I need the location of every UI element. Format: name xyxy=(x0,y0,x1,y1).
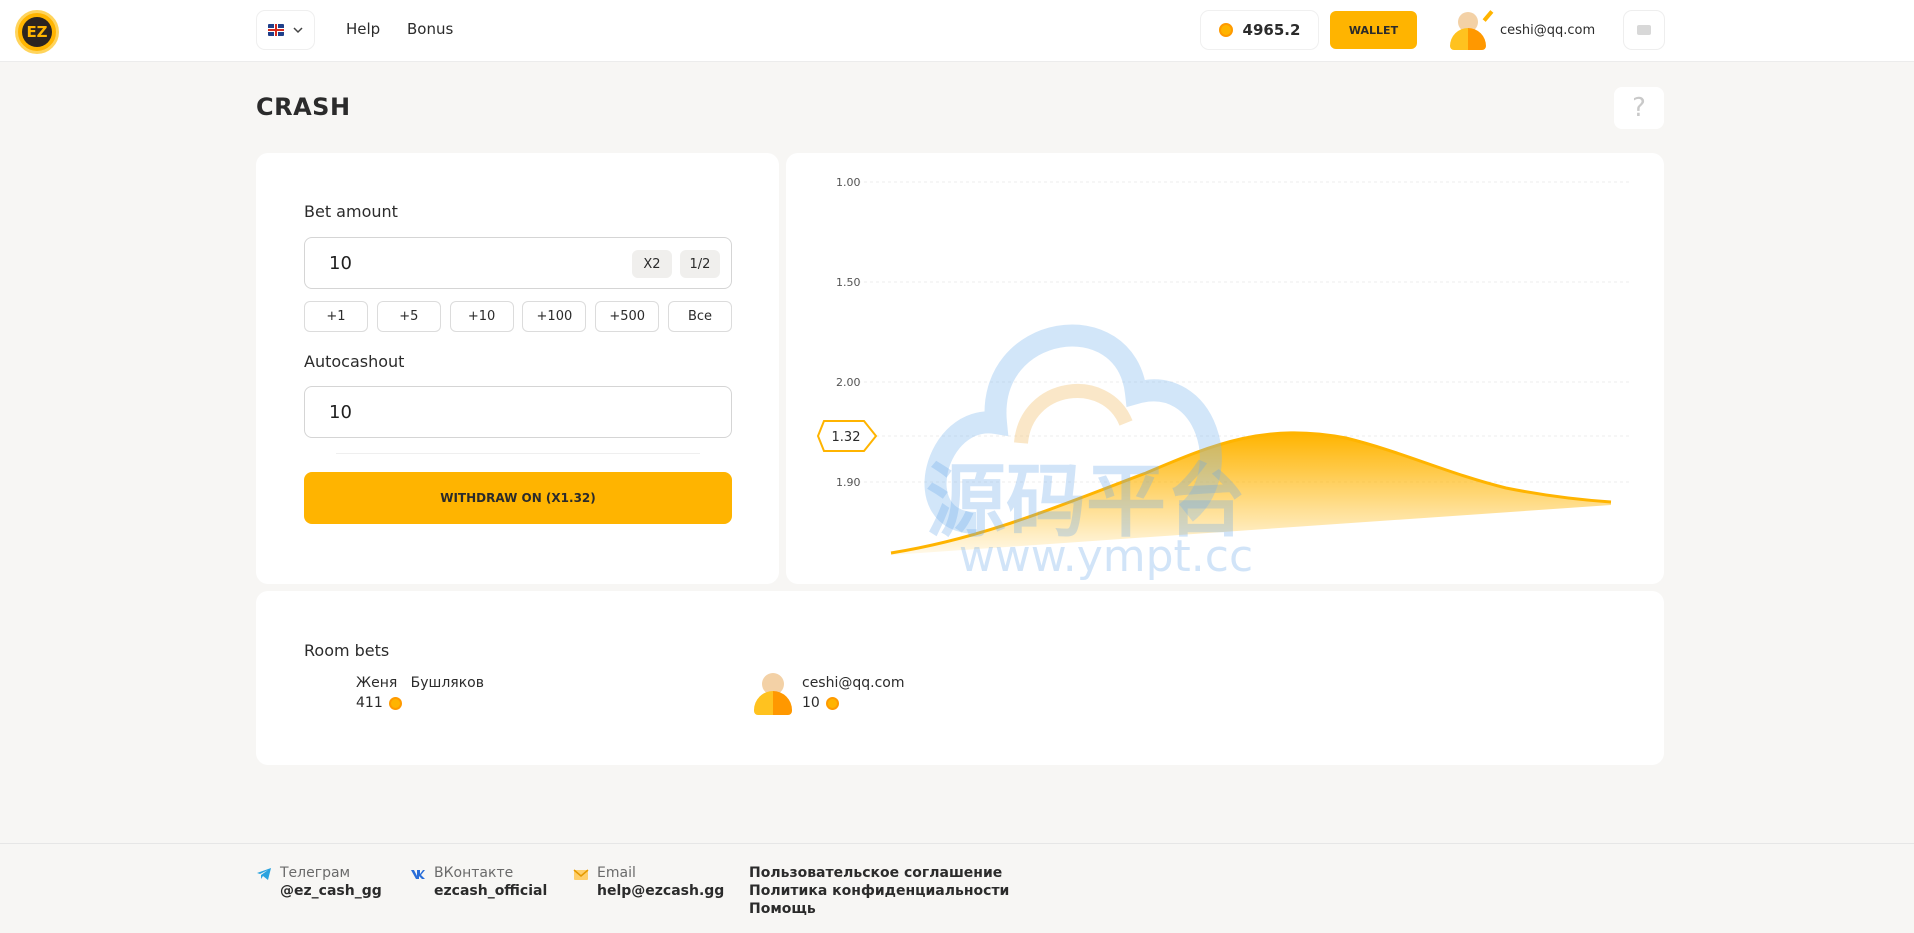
autocashout-field[interactable] xyxy=(304,386,732,438)
autocashout-input[interactable] xyxy=(329,402,529,423)
language-selector[interactable] xyxy=(257,11,314,49)
logout-button[interactable] xyxy=(1624,11,1664,49)
contact-label: Телеграм xyxy=(280,865,351,881)
contact-label: ВКонтакте xyxy=(434,865,514,881)
crash-chart-panel: 1.00 1.50 2.00 1.90 1.32 源码平台 www.ympt.cc xyxy=(786,153,1664,584)
quick-amount-row: +1 +5 +10 +100 +500 Все xyxy=(304,301,732,332)
chevron-down-icon xyxy=(292,27,303,34)
vk-icon xyxy=(411,870,425,879)
contact-value: help@ezcash.gg xyxy=(597,883,725,899)
bet-amount-label: Bet amount xyxy=(304,202,398,221)
autocashout-label: Autocashout xyxy=(304,352,405,371)
withdraw-button[interactable]: WITHDRAW ON (X1.32) xyxy=(304,472,732,524)
room-bets-panel: Room bets Женя Бушляков 411 ceshi@qq.com… xyxy=(256,591,1664,765)
telegram-icon xyxy=(257,868,271,880)
room-bets-title: Room bets xyxy=(304,641,390,660)
quick-add-10-button[interactable]: +10 xyxy=(449,301,514,332)
top-header: EZ Help Bonus 4965.2 WALLET ceshi@qq.com xyxy=(0,0,1914,62)
contact-vk[interactable]: ВКонтакте ezcash_official xyxy=(410,864,547,900)
user-profile[interactable]: ceshi@qq.com xyxy=(1450,10,1595,50)
uk-flag-icon xyxy=(267,24,284,36)
player-avatar xyxy=(754,673,792,715)
quick-add-5-button[interactable]: +5 xyxy=(376,301,441,332)
privacy-policy-link[interactable]: Политика конфиденциальности xyxy=(749,882,1009,900)
help-button[interactable]: ? xyxy=(1614,87,1664,129)
footer: Телеграм @ez_cash_gg ВКонтакте ezcash_of… xyxy=(0,843,1914,933)
email-icon xyxy=(573,869,589,880)
help-link[interactable]: Помощь xyxy=(749,900,1009,918)
contact-label: Email xyxy=(597,865,636,881)
bet-amount-field[interactable]: X2 1/2 xyxy=(304,237,732,289)
user-email: ceshi@qq.com xyxy=(1500,22,1596,38)
nav-bonus-link[interactable]: Bonus xyxy=(407,20,453,38)
coin-icon xyxy=(388,696,402,710)
nav-help-link[interactable]: Help xyxy=(346,20,380,38)
contact-value: @ez_cash_gg xyxy=(280,883,382,899)
bet-player-amount-wrap: 10 xyxy=(802,693,905,713)
bet-player-amount: 411 xyxy=(356,695,383,711)
bet-player-amount-wrap: 411 xyxy=(356,693,484,713)
logo[interactable]: EZ xyxy=(15,10,59,54)
quick-add-1-button[interactable]: +1 xyxy=(304,301,368,332)
coin-icon xyxy=(1218,23,1233,37)
contact-value: ezcash_official xyxy=(434,883,548,899)
bet-player-amount: 10 xyxy=(802,695,820,711)
legal-links: Пользовательское соглашение Политика кон… xyxy=(749,864,1009,918)
quick-add-100-button[interactable]: +100 xyxy=(522,301,587,332)
bet-player-name: Женя Бушляков xyxy=(356,675,484,691)
page-title: CRASH xyxy=(256,93,351,121)
logo-mark: EZ xyxy=(22,17,52,47)
double-bet-button[interactable]: X2 xyxy=(632,250,672,278)
half-bet-button[interactable]: 1/2 xyxy=(680,250,720,278)
question-icon: ? xyxy=(1632,93,1646,123)
room-bet-row: Женя Бушляков 411 xyxy=(356,673,484,713)
logout-icon xyxy=(1637,25,1651,35)
room-bet-row: ceshi@qq.com 10 xyxy=(754,673,905,715)
bet-amount-input[interactable] xyxy=(329,253,529,274)
bet-panel: Bet amount X2 1/2 +1 +5 +10 +100 +500 Вс… xyxy=(256,153,779,584)
user-agreement-link[interactable]: Пользовательское соглашение xyxy=(749,864,1009,882)
balance-display: 4965.2 xyxy=(1201,11,1318,49)
user-avatar xyxy=(1450,10,1494,50)
quick-add-500-button[interactable]: +500 xyxy=(595,301,660,332)
watermark-url: www.ympt.cc xyxy=(959,531,1253,582)
coin-icon xyxy=(825,696,839,710)
watermark-logo: 源码平台 www.ympt.cc xyxy=(924,324,1253,582)
contact-telegram[interactable]: Телеграм @ez_cash_gg xyxy=(256,864,382,900)
wallet-button[interactable]: WALLET xyxy=(1330,11,1417,49)
balance-value: 4965.2 xyxy=(1242,21,1301,39)
bet-player-name: ceshi@qq.com xyxy=(802,675,905,691)
quick-all-button[interactable]: Все xyxy=(667,301,732,332)
contact-email[interactable]: Email help@ezcash.gg xyxy=(573,864,724,900)
divider xyxy=(336,453,700,454)
